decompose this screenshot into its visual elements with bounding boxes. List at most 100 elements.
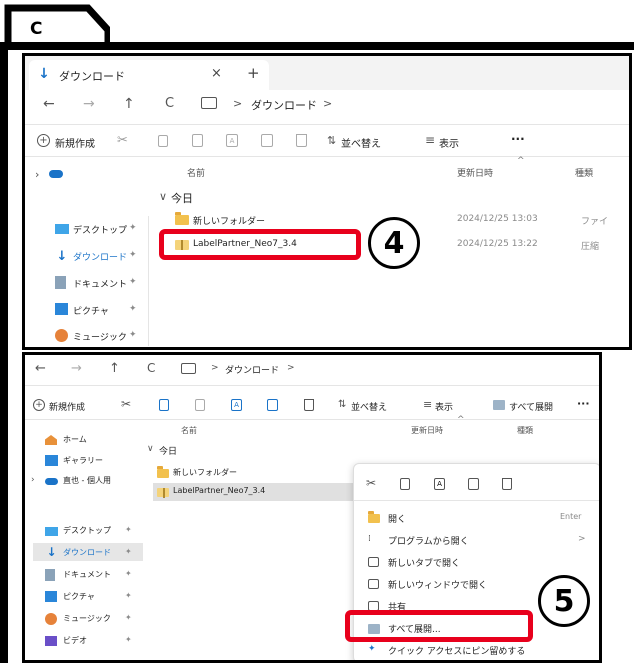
tab-title: ダウンロード [59,70,125,83]
highlight-extract-all [345,610,533,642]
sidebar-item-gallery[interactable]: ギャラリー [63,455,103,466]
expand-chevron[interactable]: › [31,475,35,485]
menu-item-open-with[interactable]: プログラムから開く [388,534,469,547]
new-button[interactable]: 新規作成 [49,400,85,413]
file-name[interactable]: 新しいフォルダー [173,467,237,478]
menu-item-pin-quick-access[interactable]: クイック アクセスにピン留めする [388,644,525,657]
pin-icon: ✦ [129,330,137,340]
new-window-icon [368,579,379,589]
expand-chevron[interactable]: › [35,168,39,181]
folder-icon [157,466,169,478]
sidebar-item-downloads[interactable]: ダウンロード [63,547,111,558]
menu-item-open[interactable]: 開く [388,512,406,525]
refresh-button[interactable]: C [165,96,174,111]
forward-button[interactable]: → [71,361,82,376]
up-button[interactable]: ↑ [109,361,120,376]
sidebar-item-pictures[interactable]: ピクチャ [73,304,109,317]
step-number-5: 5 [538,575,590,627]
rename-icon[interactable]: A [231,399,242,411]
rename-icon[interactable]: A [226,134,238,147]
share-icon[interactable] [267,399,278,411]
menu-delete-icon[interactable] [502,478,512,490]
view-button[interactable]: 表示 [435,400,453,413]
back-button[interactable]: ← [35,361,46,376]
highlight-zip-file [159,229,361,260]
menu-item-open-new-tab[interactable]: 新しいタブで開く [388,556,460,569]
group-collapse-icon[interactable]: ∨ [147,444,154,454]
download-arrow-icon: ↓ [38,66,50,82]
divider [25,385,599,386]
cut-icon[interactable]: ✂ [121,397,131,411]
address-folder[interactable]: ダウンロード [251,97,317,113]
section-tab-tag [4,4,110,44]
sidebar-item-pictures[interactable]: ピクチャ [63,591,95,602]
menu-rename-icon[interactable]: A [434,478,445,490]
menu-cut-icon[interactable]: ✂ [366,476,376,490]
desktop-icon [45,527,58,536]
sort-button[interactable]: 並べ替え [341,135,381,150]
sidebar-item-home[interactable]: ホーム [63,434,87,445]
download-icon: ↓ [46,544,57,559]
sidebar-item-desktop[interactable]: デスクトップ [63,525,111,536]
back-button[interactable]: ← [43,96,55,112]
address-chevron-end: > [287,363,295,373]
forward-button[interactable]: → [83,96,95,112]
sidebar-item-desktop[interactable]: デスクトップ [73,223,127,236]
column-type[interactable]: 種類 [575,166,593,179]
file-date: 2024/12/25 13:03 [457,214,538,224]
pin-icon: ✦ [129,223,137,233]
up-button[interactable]: ↑ [123,96,135,112]
column-name[interactable]: 名前 [187,166,205,179]
sort-button[interactable]: 並べ替え [351,400,387,413]
sidebar-item-documents[interactable]: ドキュメント [73,277,127,290]
paste-icon[interactable] [195,399,205,411]
copy-icon[interactable] [158,135,168,147]
file-name[interactable]: 新しいフォルダー [193,214,265,227]
share-icon[interactable] [261,134,273,147]
sidebar-item-onedrive[interactable]: 直也 - 個人用 [63,475,111,486]
divider [25,419,599,420]
sidebar-item-documents[interactable]: ドキュメント [63,569,111,580]
tab-close-button[interactable]: × [211,66,222,81]
sidebar-item-downloads[interactable]: ダウンロード [73,250,127,263]
column-date[interactable]: 更新日時 [411,425,443,436]
sort-arrows-icon: ⇅ [338,399,347,410]
onedrive-icon[interactable] [49,170,63,178]
file-name-zip[interactable]: LabelPartner_Neo7_3.4 [173,486,265,495]
download-icon: ↓ [56,248,68,264]
new-tab-button[interactable]: + [247,64,260,82]
group-collapse-icon[interactable]: ∨ [159,190,167,203]
column-type[interactable]: 種類 [517,425,533,436]
column-date[interactable]: 更新日時 [457,166,493,179]
monitor-icon [181,363,196,374]
sidebar-item-video[interactable]: ビデオ [63,635,87,646]
copy-icon[interactable] [159,399,169,411]
sidebar-item-music[interactable]: ミュージック [63,613,111,624]
step-number-4: 4 [368,217,420,269]
file-type: ファイ [581,217,609,227]
music-icon [45,613,57,625]
paste-icon[interactable] [192,134,203,147]
column-name[interactable]: 名前 [181,425,197,436]
cut-icon[interactable]: ✂ [117,133,128,148]
view-button[interactable]: 表示 [439,135,459,150]
address-chevron: > [233,97,243,110]
menu-item-open-new-window[interactable]: 新しいウィンドウで開く [388,578,487,591]
delete-icon[interactable] [296,134,307,147]
address-folder[interactable]: ダウンロード [225,363,279,376]
extract-all-button[interactable]: すべて展開 [509,400,553,413]
new-button[interactable]: 新規作成 [55,135,95,150]
more-button[interactable]: ··· [577,397,590,410]
menu-copy-icon[interactable] [400,478,410,490]
sidebar-item-music[interactable]: ミュージック [73,330,127,343]
menu-share-icon[interactable] [468,478,479,490]
pictures-icon [45,591,57,602]
more-button[interactable]: ··· [511,132,525,146]
refresh-button[interactable]: C [147,361,155,375]
pin-icon: ✦ [129,304,137,314]
delete-icon[interactable] [304,399,314,411]
desktop-icon [55,224,69,234]
address-chevron: > [211,363,219,373]
address-chevron-end: > [323,97,333,110]
pin-icon: ✦ [129,277,137,287]
